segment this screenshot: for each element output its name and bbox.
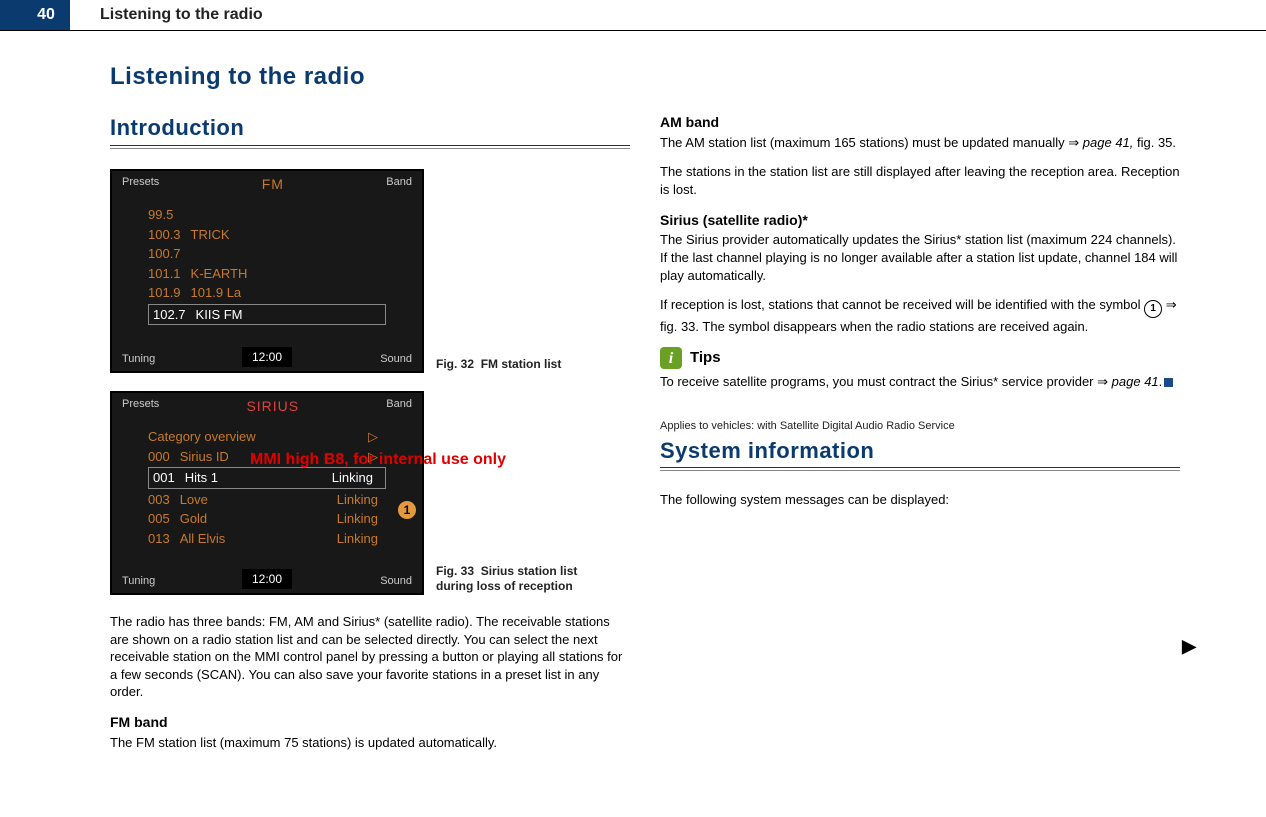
callout-ref-1: 1	[1144, 300, 1162, 318]
text: fig. 33. The symbol disappears when the …	[660, 319, 1088, 334]
text: If reception is lost, stations that cann…	[660, 297, 1144, 312]
fig33-clock: 12:00	[242, 569, 292, 589]
figure-33-caption: Fig. 33 Sirius station list during loss …	[436, 564, 586, 595]
fig32-tuning-label: Tuning	[122, 352, 155, 367]
page-content: MMI high B8, for internal use only Liste…	[0, 31, 1266, 783]
section-rule	[110, 148, 630, 149]
am-band-heading: AM band	[660, 113, 1180, 132]
figure-32-caption: Fig. 32 FM station list	[436, 357, 586, 373]
sysinfo-paragraph: The following system messages can be dis…	[660, 491, 1180, 509]
watermark-text: MMI high B8, for internal use only	[250, 451, 506, 469]
fig-label: Fig. 33	[436, 564, 474, 578]
fig32-clock: 12:00	[242, 347, 292, 367]
station-name: TRICK	[191, 226, 230, 244]
right-column: AM band The AM station list (maximum 165…	[660, 61, 1180, 763]
station-freq: 101.9	[148, 284, 181, 302]
text: To receive satellite programs, you must …	[660, 374, 1097, 389]
section-introduction: Introduction	[110, 113, 630, 146]
station-name: K-EARTH	[191, 265, 248, 283]
station-num: 013	[148, 530, 170, 548]
continued-arrow-icon: ▶	[1182, 636, 1196, 657]
am-band-paragraph-1: The AM station list (maximum 165 station…	[660, 134, 1180, 152]
fig32-band-title: FM	[159, 175, 386, 194]
station-num: 000	[148, 448, 170, 466]
left-column: Listening to the radio Introduction Pres…	[110, 61, 630, 763]
station-freq: 99.5	[148, 206, 173, 224]
text: fig. 35.	[1133, 135, 1176, 150]
am-band-paragraph-2: The stations in the station list are sti…	[660, 163, 1180, 198]
station-name: Sirius ID	[180, 448, 229, 466]
text: The AM station list (maximum 165 station…	[660, 135, 1068, 150]
chapter-title: Listening to the radio	[110, 61, 630, 93]
figure-33-image: Presets SIRIUS Band Category overview▷ 0…	[110, 391, 424, 595]
fig32-sound-label: Sound	[380, 352, 412, 367]
page-header: 40 Listening to the radio	[0, 0, 1266, 31]
end-of-section-icon	[1164, 378, 1173, 387]
station-status: Linking	[337, 530, 386, 548]
callout-marker-1: 1	[398, 501, 416, 519]
station-freq-selected: 102.7	[153, 306, 186, 324]
station-name: Hits 1	[185, 469, 218, 487]
station-freq: 100.3	[148, 226, 181, 244]
figure-32: Presets FM Band 99.5 100.3 TRICK 100.7 10…	[110, 169, 630, 373]
info-icon: i	[660, 347, 682, 369]
arrow-icon: ⇒	[1166, 297, 1177, 312]
fig32-band-label: Band	[386, 175, 412, 194]
fig33-band-label: Band	[386, 397, 412, 416]
tips-paragraph: To receive satellite programs, you must …	[660, 373, 1180, 391]
station-name: All Elvis	[180, 530, 226, 548]
fm-band-paragraph: The FM station list (maximum 75 stations…	[110, 734, 630, 752]
header-running-title: Listening to the radio	[70, 0, 1266, 30]
sirius-heading: Sirius (satellite radio)*	[660, 211, 1180, 230]
station-name: Gold	[180, 510, 207, 528]
fig33-station-list: Category overview▷ 000Sirius ID▷ 001Hits…	[112, 420, 422, 555]
station-num: 005	[148, 510, 170, 528]
figure-33: Presets SIRIUS Band Category overview▷ 0…	[110, 391, 630, 595]
fig-caption-text: FM station list	[481, 357, 562, 371]
fig32-presets-label: Presets	[122, 175, 159, 194]
page-number: 40	[22, 0, 70, 30]
applies-to-note: Applies to vehicles: with Satellite Digi…	[660, 419, 1180, 434]
page-ref: page 41	[1112, 374, 1159, 389]
fig-label: Fig. 32	[436, 357, 474, 371]
station-freq: 101.1	[148, 265, 181, 283]
tips-label: Tips	[690, 348, 721, 368]
station-status: Linking	[332, 469, 381, 487]
fm-band-heading: FM band	[110, 713, 630, 732]
header-tab	[0, 0, 22, 30]
station-freq: 100.7	[148, 245, 181, 263]
fig32-station-list: 99.5 100.3 TRICK 100.7 101.1 K-EARTH 101.9…	[112, 198, 422, 333]
section-rule	[660, 470, 1180, 471]
section-system-information: System information	[660, 436, 1180, 469]
station-num: 003	[148, 491, 170, 509]
sirius-paragraph-1: The Sirius provider automatically update…	[660, 231, 1180, 284]
fig33-band-title: SIRIUS	[159, 397, 386, 416]
arrow-icon: ⇒	[1097, 374, 1108, 389]
station-name: Category overview	[148, 428, 256, 446]
intro-paragraph: The radio has three bands: FM, AM and Si…	[110, 613, 630, 701]
arrow-icon: ⇒	[1068, 135, 1079, 150]
station-status: Linking	[337, 491, 386, 509]
text: .	[1159, 374, 1163, 389]
fig33-presets-label: Presets	[122, 397, 159, 416]
station-name: 101.9 La	[191, 284, 242, 302]
page-ref: page 41,	[1083, 135, 1134, 150]
station-num: 001	[153, 469, 175, 487]
fig33-sound-label: Sound	[380, 574, 412, 589]
station-status: Linking	[337, 510, 386, 528]
station-name-selected: KIIS FM	[196, 306, 243, 324]
station-name: Love	[180, 491, 208, 509]
figure-32-image: Presets FM Band 99.5 100.3 TRICK 100.7 10…	[110, 169, 424, 373]
fig33-tuning-label: Tuning	[122, 574, 155, 589]
sirius-paragraph-2: If reception is lost, stations that cann…	[660, 296, 1180, 335]
tips-block: i Tips	[660, 347, 1180, 369]
